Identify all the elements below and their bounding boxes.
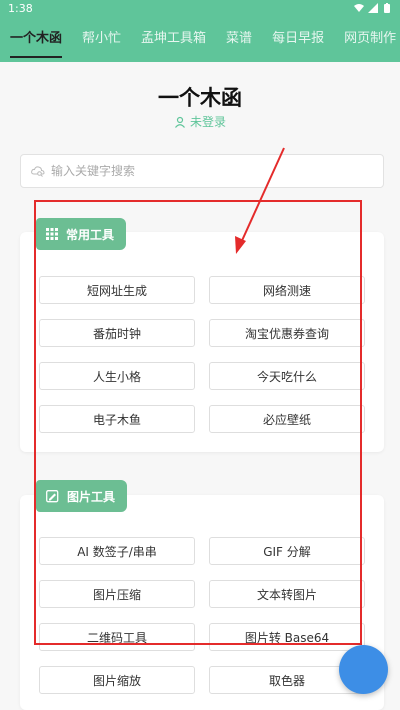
tool-image-compress[interactable]: 图片压缩	[39, 580, 195, 608]
tab-recipes[interactable]: 菜谱	[216, 16, 262, 62]
section-badge-common-tools: 常用工具	[36, 218, 127, 250]
status-bar: 1:38	[0, 0, 400, 16]
tab-bangxiaomang[interactable]: 帮小忙	[72, 16, 131, 62]
tool-gif-split[interactable]: GIF 分解	[209, 537, 365, 565]
tab-daily-news[interactable]: 每日早报	[262, 16, 334, 62]
floating-action-button[interactable]	[339, 645, 388, 694]
login-link[interactable]: 未登录	[0, 113, 400, 130]
signal-icon	[368, 3, 378, 13]
tool-image-to-base64[interactable]: 图片转 Base64	[209, 623, 365, 651]
battery-icon	[384, 3, 390, 13]
tool-ai-skewer[interactable]: AI 数签子/串串	[39, 537, 195, 565]
search-box[interactable]	[20, 154, 384, 188]
tool-short-url[interactable]: 短网址生成	[39, 276, 195, 304]
section-title: 图片工具	[67, 489, 116, 504]
tool-life-grid[interactable]: 人生小格	[39, 362, 195, 390]
tab-mengkun-toolbox[interactable]: 孟坤工具箱	[131, 16, 216, 62]
user-icon	[175, 116, 185, 128]
tool-bing-wallpaper[interactable]: 必应壁纸	[209, 405, 365, 433]
cloud-search-icon	[31, 166, 45, 177]
category-tab-bar: 一个木函 帮小忙 孟坤工具箱 菜谱 每日早报 网页制作	[0, 16, 400, 62]
search-input[interactable]	[51, 164, 371, 178]
tool-wooden-fish[interactable]: 电子木鱼	[39, 405, 195, 433]
login-label: 未登录	[189, 115, 226, 129]
tool-image-resize[interactable]: 图片缩放	[39, 666, 195, 694]
status-time: 1:38	[8, 1, 33, 15]
image-edit-icon	[46, 489, 59, 502]
wifi-icon	[354, 4, 364, 12]
tool-pomodoro[interactable]: 番茄时钟	[39, 319, 195, 347]
tab-yigemuhan[interactable]: 一个木函	[0, 16, 72, 62]
section-title: 常用工具	[66, 227, 115, 242]
tool-taobao-coupon[interactable]: 淘宝优惠券查询	[209, 319, 365, 347]
section-badge-image-tools: 图片工具	[36, 480, 128, 512]
page-title: 一个木函	[158, 86, 242, 110]
tool-text-to-image[interactable]: 文本转图片	[209, 580, 365, 608]
tool-what-to-eat[interactable]: 今天吃什么	[209, 362, 365, 390]
tool-qrcode[interactable]: 二维码工具	[39, 623, 195, 651]
tool-speed-test[interactable]: 网络测速	[209, 276, 365, 304]
grid-icon	[46, 228, 58, 240]
tab-web-design[interactable]: 网页制作	[334, 16, 400, 62]
